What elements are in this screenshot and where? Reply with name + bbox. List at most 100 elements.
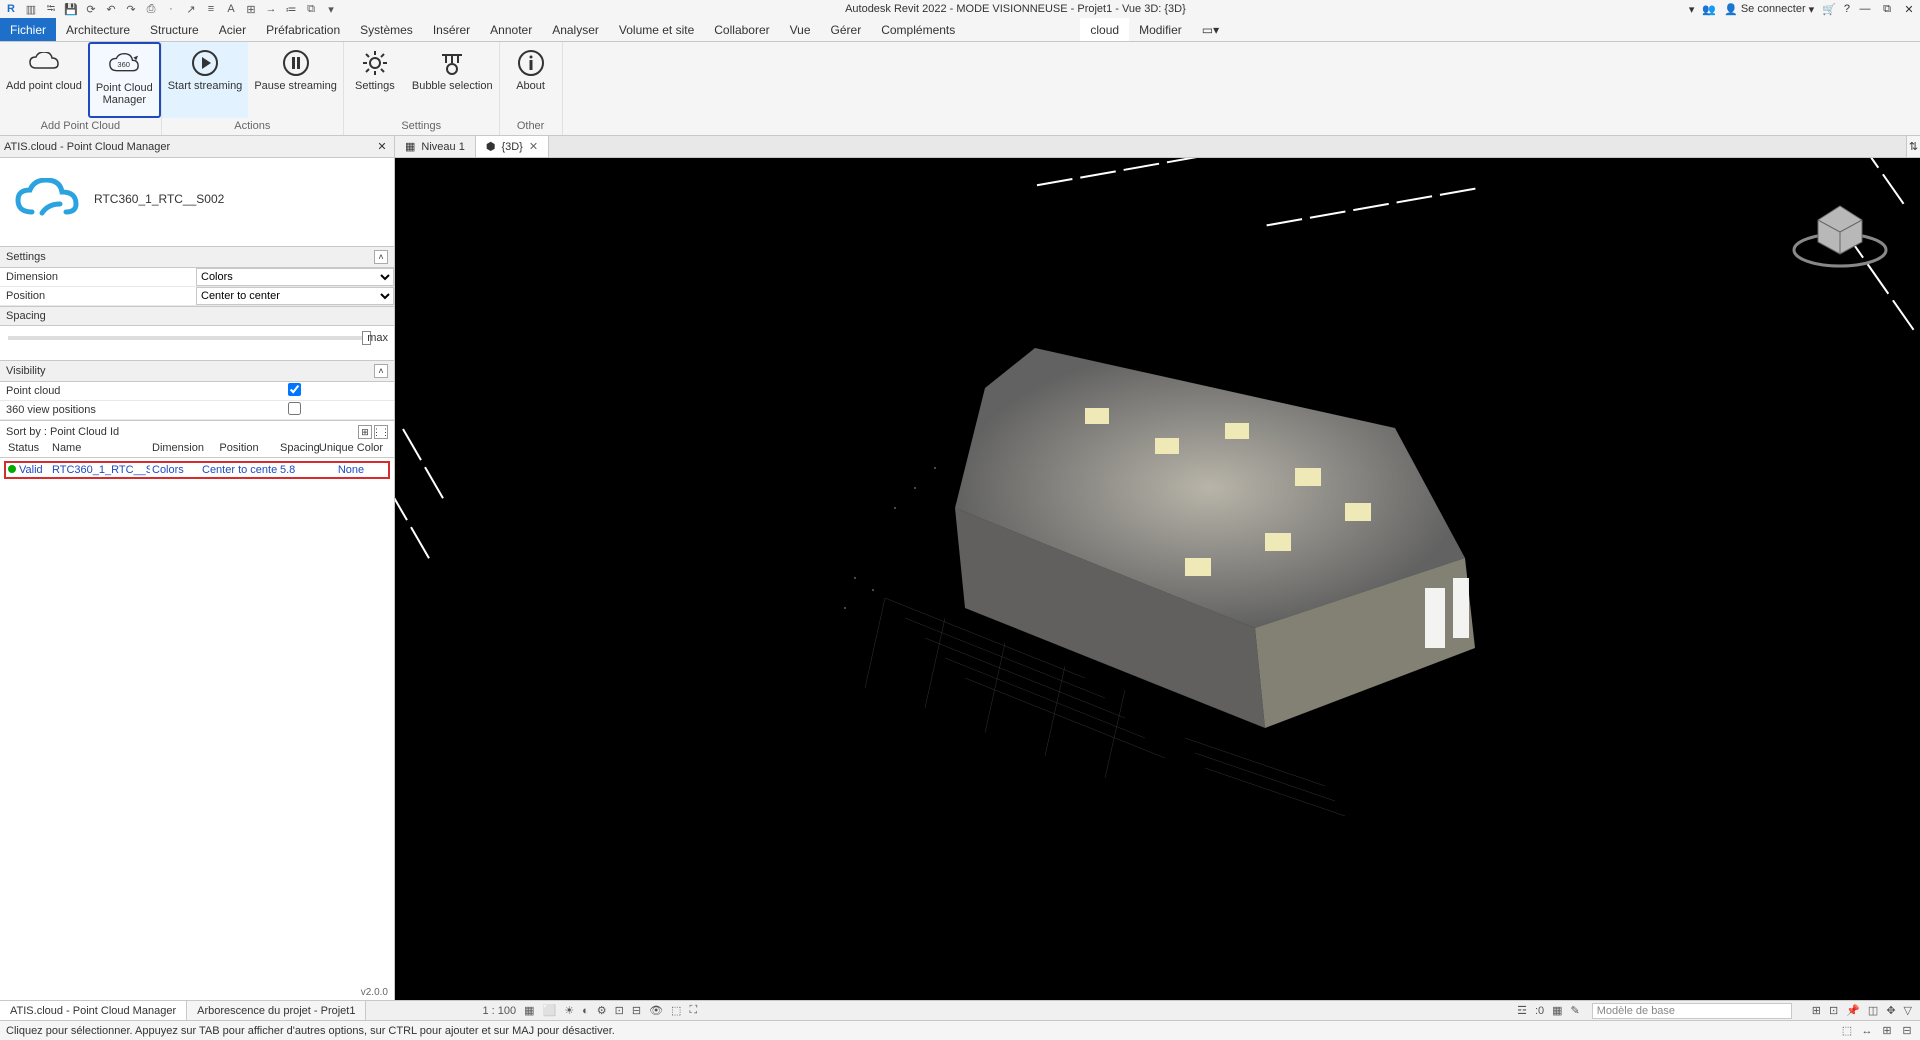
tab-extra-icon[interactable]: ▭▾ xyxy=(1192,18,1229,41)
cell-status: Valid xyxy=(6,464,50,476)
select-pinned-icon[interactable]: 📌 xyxy=(1846,1004,1860,1017)
save-icon[interactable]: 💾 xyxy=(64,2,78,16)
table-row[interactable]: Valid RTC360_1_RTC__S002 Colors Center t… xyxy=(4,461,390,479)
filter2-icon[interactable]: ▽ xyxy=(1904,1004,1912,1017)
tab-annoter[interactable]: Annoter xyxy=(480,18,542,41)
status-icn4[interactable]: ⊟ xyxy=(1900,1024,1914,1038)
settings-button[interactable]: Settings xyxy=(344,42,406,118)
tab-volume[interactable]: Volume et site xyxy=(609,18,704,41)
unhide-icon[interactable]: 👁 xyxy=(649,1004,663,1017)
status-icn2[interactable]: ↔ xyxy=(1860,1024,1874,1038)
help-icon[interactable]: ? xyxy=(1844,3,1850,15)
render-icon[interactable]: ⚙ xyxy=(597,1004,607,1017)
arrow-icon[interactable]: → xyxy=(264,2,278,16)
bottom-tab-pcm[interactable]: ATIS.cloud - Point Cloud Manager xyxy=(0,1001,187,1020)
dimension-select[interactable]: Colors xyxy=(196,268,394,286)
tab-fichier[interactable]: Fichier xyxy=(0,18,56,41)
detail-icon[interactable]: ▦ xyxy=(524,1004,534,1017)
3d-viewport[interactable] xyxy=(395,158,1920,1000)
point-cloud-manager-button[interactable]: 360 Point Cloud Manager xyxy=(88,42,161,118)
visual-style-icon[interactable]: ⬜ xyxy=(543,1004,557,1017)
pause-streaming-button[interactable]: Pause streaming xyxy=(248,42,343,118)
collapse-icon-2[interactable]: ˄ xyxy=(374,364,388,378)
open-icon[interactable]: ⭾ xyxy=(44,2,58,16)
tab-acier[interactable]: Acier xyxy=(209,18,256,41)
tab-gerer[interactable]: Gérer xyxy=(821,18,872,41)
scale-label[interactable]: 1 : 100 xyxy=(482,1005,516,1017)
selection-bar: ☲ :0 ▦ ✎ xyxy=(1509,1001,1804,1020)
copy-icon[interactable]: ⧉ xyxy=(304,2,318,16)
align-icon[interactable]: ≡ xyxy=(204,2,218,16)
tab-architecture[interactable]: Architecture xyxy=(56,18,140,41)
minimize-icon[interactable]: — xyxy=(1858,2,1872,16)
spacing-slider[interactable] xyxy=(8,336,371,340)
people-icon[interactable]: 👥 xyxy=(1702,3,1716,16)
measure-icon[interactable]: ↗ xyxy=(184,2,198,16)
about-label: About xyxy=(516,80,545,92)
search-icon[interactable]: ▾ xyxy=(1689,3,1695,16)
redo-icon[interactable]: ↷ xyxy=(124,2,138,16)
print-icon[interactable]: ⎙ xyxy=(144,2,158,16)
collapse-icon[interactable]: ˄ xyxy=(374,250,388,264)
doc-tab-3d[interactable]: ⬢ {3D} ✕ xyxy=(476,136,549,157)
tab-modifier[interactable]: Modifier xyxy=(1129,18,1192,41)
tab-complements[interactable]: Compléments xyxy=(871,18,965,41)
bubble-selection-button[interactable]: Bubble selection xyxy=(406,42,499,118)
tab-structure[interactable]: Structure xyxy=(140,18,209,41)
signin-button[interactable]: 👤 Se connecter ▾ xyxy=(1724,3,1814,16)
filter-icon[interactable]: ☲ xyxy=(1517,1004,1527,1017)
model-base-input[interactable] xyxy=(1592,1003,1792,1019)
shadow-icon[interactable]: ◐ xyxy=(582,1005,589,1017)
text-icon[interactable]: A xyxy=(224,2,238,16)
edit-icon[interactable]: ✎ xyxy=(1571,1004,1580,1017)
paste-icon[interactable]: ▾ xyxy=(324,2,338,16)
quick-access-toolbar: R ▥ ⭾ 💾 ⟳ ↶ ↷ ⎙ · ↗ ≡ A ⊞ → ≔ ⧉ ▾ xyxy=(0,2,342,16)
worksets-icon[interactable]: ▦ xyxy=(1552,1004,1562,1017)
status-icn3[interactable]: ⊞ xyxy=(1880,1024,1894,1038)
doc-tab-niveau1[interactable]: ▦ Niveau 1 xyxy=(395,136,476,157)
section-icon[interactable]: ⊞ xyxy=(244,2,258,16)
vis-360-checkbox[interactable] xyxy=(288,402,301,415)
about-button[interactable]: About xyxy=(500,42,562,118)
sort-columns-icon[interactable]: ⋮⋮ xyxy=(374,425,388,439)
tab-inserer[interactable]: Insérer xyxy=(423,18,480,41)
position-select[interactable]: Center to center xyxy=(196,287,394,305)
section-visibility[interactable]: Visibility ˄ xyxy=(0,360,394,382)
add-point-cloud-button[interactable]: Add point cloud xyxy=(0,42,88,118)
select-face-icon[interactable]: ◫ xyxy=(1868,1004,1878,1017)
tab-systemes[interactable]: Systèmes xyxy=(350,18,423,41)
status-icn1[interactable]: ⬚ xyxy=(1840,1024,1854,1038)
tab-prefabrication[interactable]: Préfabrication xyxy=(256,18,350,41)
viewcube[interactable] xyxy=(1790,188,1890,278)
panel-close-icon[interactable]: ✕ xyxy=(374,140,390,153)
cart-icon[interactable]: 🛒 xyxy=(1822,3,1836,16)
crop-show-icon[interactable]: ⊟ xyxy=(632,1004,641,1017)
drag-icon[interactable]: ✥ xyxy=(1886,1004,1895,1017)
tabs-scroll-icon[interactable]: ⇅ xyxy=(1906,136,1920,157)
select-links-icon[interactable]: ⊞ xyxy=(1812,1004,1821,1017)
reveal-icon[interactable]: ⛶ xyxy=(689,1004,697,1017)
restore-icon[interactable]: ⧉ xyxy=(1880,2,1894,16)
tab-analyser[interactable]: Analyser xyxy=(542,18,609,41)
crop-icon[interactable]: ⊡ xyxy=(615,1004,624,1017)
list-icon[interactable]: ≔ xyxy=(284,2,298,16)
tab-collaborer[interactable]: Collaborer xyxy=(704,18,779,41)
select-underlay-icon[interactable]: ⊡ xyxy=(1829,1004,1838,1017)
section-settings[interactable]: Settings ˄ xyxy=(0,246,394,268)
temp-hide-icon[interactable]: ⬚ xyxy=(671,1004,681,1017)
close-icon[interactable]: ✕ xyxy=(1902,2,1916,16)
app-menu-icon[interactable]: ▥ xyxy=(24,2,38,16)
tab-vue[interactable]: Vue xyxy=(780,18,821,41)
panel-top: RTC360_1_RTC__S002 xyxy=(0,158,394,246)
tab-cloud[interactable]: cloud xyxy=(1080,18,1129,41)
sun-icon[interactable]: ☀ xyxy=(564,1004,574,1017)
start-streaming-button[interactable]: Start streaming xyxy=(162,42,249,118)
sort-expand-icon[interactable]: ⊞ xyxy=(358,425,372,439)
sync-icon[interactable]: ⟳ xyxy=(84,2,98,16)
vis-pc-checkbox[interactable] xyxy=(288,383,301,396)
atis-cloud-logo-icon xyxy=(14,178,80,220)
section-spacing[interactable]: Spacing xyxy=(0,306,394,326)
tab-close-icon[interactable]: ✕ xyxy=(529,140,538,153)
bottom-tab-arbo[interactable]: Arborescence du projet - Projet1 xyxy=(187,1001,366,1020)
undo-icon[interactable]: ↶ xyxy=(104,2,118,16)
